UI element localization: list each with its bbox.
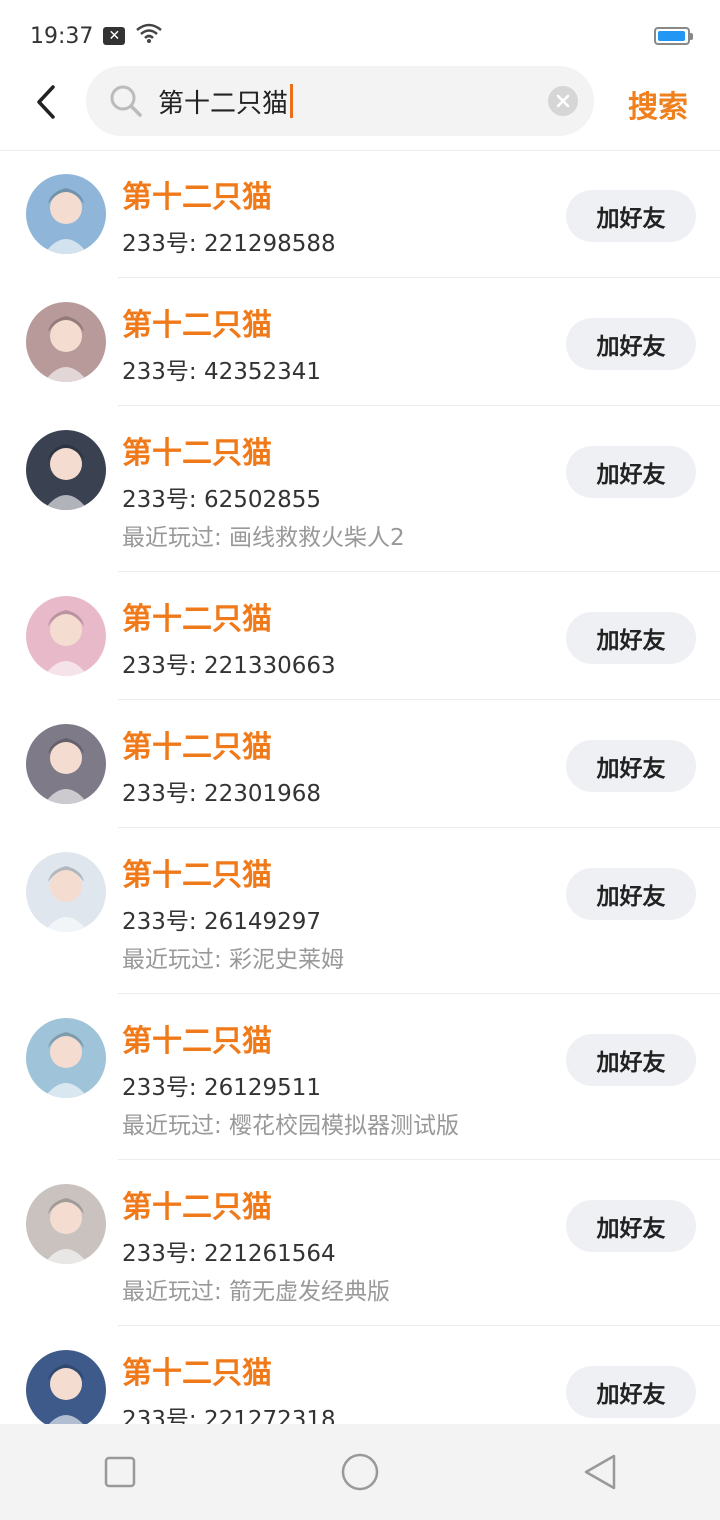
triangle-back-icon xyxy=(584,1454,616,1490)
status-time: 19:37 xyxy=(30,23,94,49)
add-friend-button[interactable]: 加好友 xyxy=(566,1034,696,1086)
user-id: 233号: 221298588 xyxy=(122,231,336,257)
home-button[interactable] xyxy=(330,1442,390,1502)
circle-icon xyxy=(341,1453,379,1491)
add-friend-button[interactable]: 加好友 xyxy=(566,612,696,664)
system-back-button[interactable] xyxy=(570,1442,630,1502)
recently-played: 最近玩过: 樱花校园模拟器测试版 xyxy=(122,1113,460,1139)
user-name: 第十二只猫 xyxy=(122,1190,272,1225)
user-name: 第十二只猫 xyxy=(122,602,272,637)
user-id: 233号: 26129511 xyxy=(122,1075,322,1101)
list-item[interactable]: 第十二只猫 233号: 26149297 最近玩过: 彩泥史莱姆 加好友 xyxy=(0,828,720,994)
result-list: 第十二只猫 233号: 221298588 加好友 第十二只猫 233号: 42… xyxy=(0,150,720,1454)
list-item[interactable]: 第十二只猫 233号: 42352341 加好友 xyxy=(0,278,720,406)
list-item[interactable]: 第十二只猫 233号: 221261564 最近玩过: 箭无虚发经典版 加好友 xyxy=(0,1160,720,1326)
user-name: 第十二只猫 xyxy=(122,730,272,765)
search-icon xyxy=(108,83,144,119)
user-name: 第十二只猫 xyxy=(122,1024,272,1059)
search-input[interactable]: 第十二只猫 xyxy=(86,66,594,136)
add-friend-button[interactable]: 加好友 xyxy=(566,190,696,242)
add-friend-button[interactable]: 加好友 xyxy=(566,446,696,498)
user-id: 233号: 22301968 xyxy=(122,781,322,807)
avatar[interactable] xyxy=(26,724,106,804)
status-bar: 19:37 ✕ xyxy=(0,0,720,72)
recently-played: 最近玩过: 画线救救火柴人2 xyxy=(122,525,405,551)
wifi-icon xyxy=(135,22,163,50)
user-name: 第十二只猫 xyxy=(122,858,272,893)
list-item[interactable]: 第十二只猫 233号: 22301968 加好友 xyxy=(0,700,720,828)
add-friend-button[interactable]: 加好友 xyxy=(566,318,696,370)
user-name: 第十二只猫 xyxy=(122,180,272,215)
back-button[interactable] xyxy=(24,80,68,124)
battery-icon xyxy=(654,27,693,45)
add-friend-button[interactable]: 加好友 xyxy=(566,1200,696,1252)
search-button[interactable]: 搜索 xyxy=(628,82,688,126)
recently-played: 最近玩过: 彩泥史莱姆 xyxy=(122,947,345,973)
user-name: 第十二只猫 xyxy=(122,308,272,343)
chevron-left-icon xyxy=(37,85,55,119)
list-item[interactable]: 第十二只猫 233号: 221330663 加好友 xyxy=(0,572,720,700)
square-icon xyxy=(104,1456,136,1488)
close-icon xyxy=(556,94,570,108)
text-caret xyxy=(290,84,294,118)
search-field-text[interactable]: 第十二只猫 xyxy=(158,83,294,120)
list-item[interactable]: 第十二只猫 233号: 62502855 最近玩过: 画线救救火柴人2 加好友 xyxy=(0,406,720,572)
x-box-icon: ✕ xyxy=(103,27,126,45)
avatar[interactable] xyxy=(26,1018,106,1098)
avatar[interactable] xyxy=(26,430,106,510)
recently-played: 最近玩过: 箭无虚发经典版 xyxy=(122,1279,391,1305)
search-header: 第十二只猫 搜索 xyxy=(0,64,720,151)
search-query: 第十二只猫 xyxy=(158,88,289,119)
add-friend-button[interactable]: 加好友 xyxy=(566,1366,696,1418)
user-id: 233号: 221261564 xyxy=(122,1241,336,1267)
avatar[interactable] xyxy=(26,174,106,254)
recent-apps-button[interactable] xyxy=(90,1442,150,1502)
avatar[interactable] xyxy=(26,1350,106,1430)
clear-button[interactable] xyxy=(548,86,578,116)
avatar[interactable] xyxy=(26,1184,106,1264)
system-nav-bar xyxy=(0,1424,720,1520)
list-item[interactable]: 第十二只猫 233号: 221298588 加好友 xyxy=(0,150,720,278)
user-id: 233号: 42352341 xyxy=(122,359,322,385)
user-id: 233号: 62502855 xyxy=(122,487,322,513)
avatar[interactable] xyxy=(26,852,106,932)
user-id: 233号: 221330663 xyxy=(122,653,336,679)
user-name: 第十二只猫 xyxy=(122,1356,272,1391)
user-name: 第十二只猫 xyxy=(122,436,272,471)
battery-level xyxy=(658,31,685,41)
avatar[interactable] xyxy=(26,596,106,676)
list-item[interactable]: 第十二只猫 233号: 26129511 最近玩过: 樱花校园模拟器测试版 加好… xyxy=(0,994,720,1160)
add-friend-button[interactable]: 加好友 xyxy=(566,740,696,792)
user-id: 233号: 26149297 xyxy=(122,909,322,935)
avatar[interactable] xyxy=(26,302,106,382)
add-friend-button[interactable]: 加好友 xyxy=(566,868,696,920)
status-left: 19:37 ✕ xyxy=(30,22,163,50)
